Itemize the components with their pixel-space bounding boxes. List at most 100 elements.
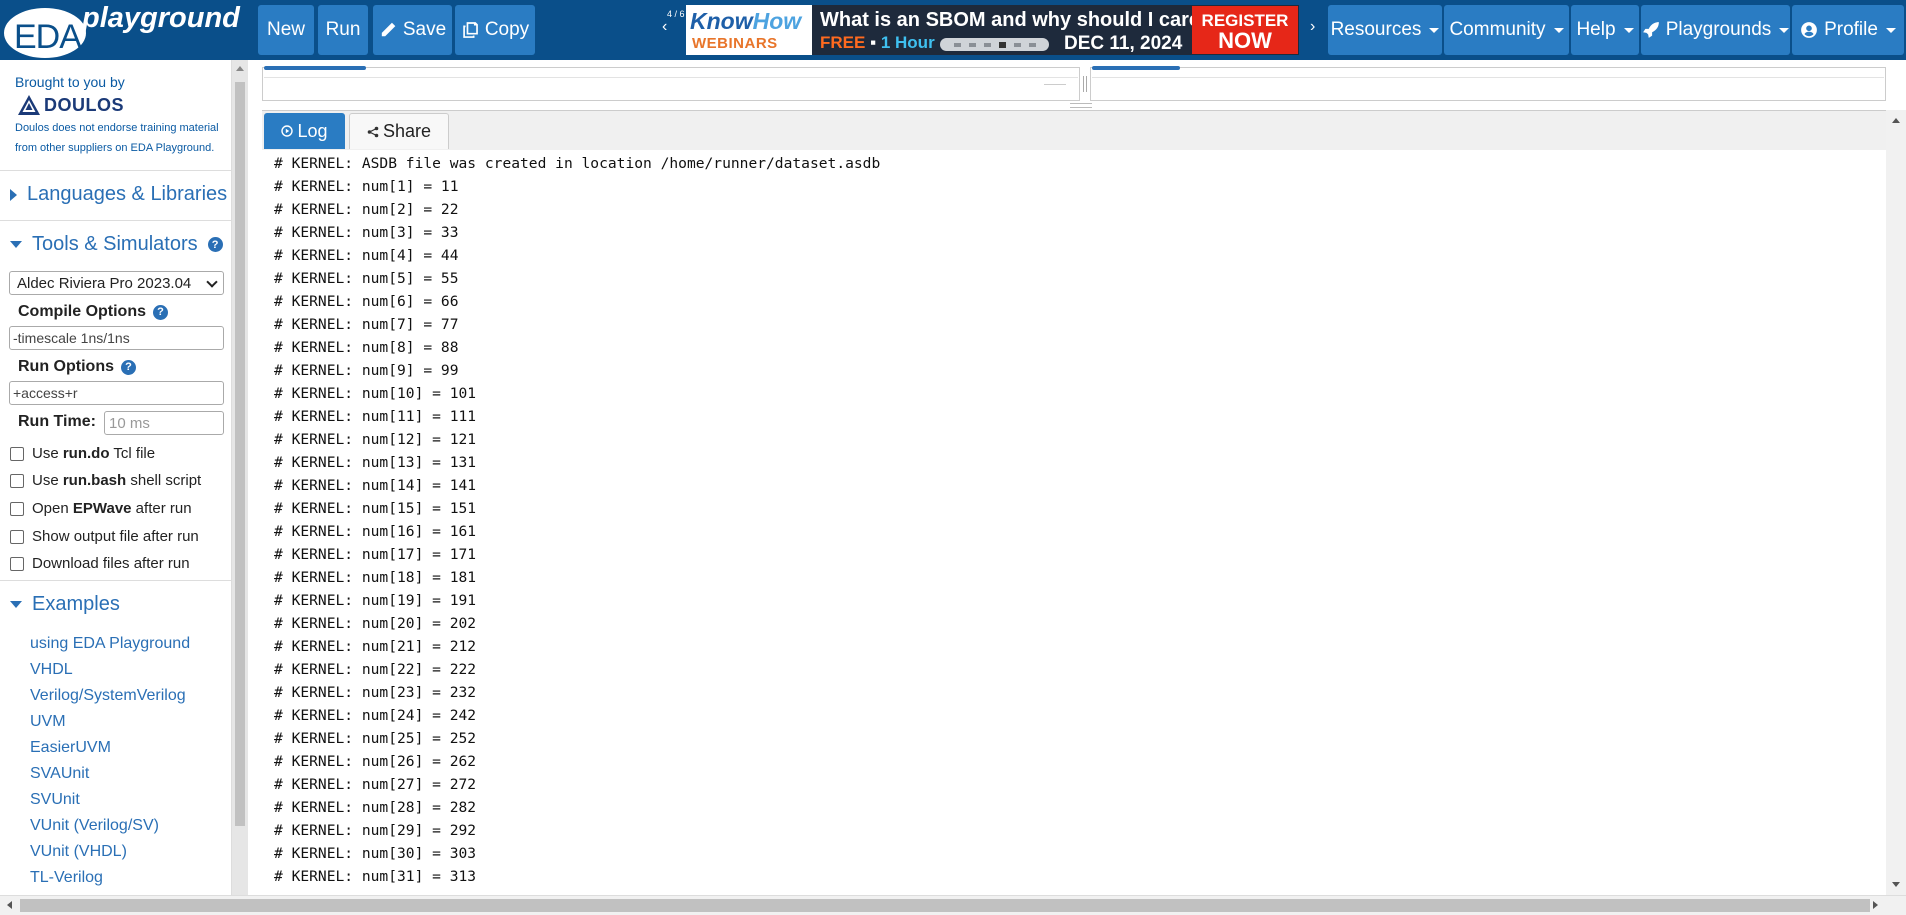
download-files-checkbox[interactable]: Download files after run xyxy=(10,555,190,572)
ad-dot[interactable] xyxy=(968,42,976,47)
example-link[interactable]: EasierUVM xyxy=(30,739,111,757)
log-line: # KERNEL: num[25] = 252 xyxy=(274,730,477,747)
simulator-select[interactable]: Aldec Riviera Pro 2023.04 xyxy=(9,271,224,295)
editor-mini-rule xyxy=(1044,84,1066,85)
question-circle-icon[interactable]: ? xyxy=(153,304,168,320)
save-button[interactable]: Save xyxy=(373,5,452,55)
sidebar-divider xyxy=(0,220,231,221)
caret-down-icon xyxy=(1885,27,1896,33)
design-editor-pane[interactable] xyxy=(1090,67,1886,101)
example-link[interactable]: VHDL xyxy=(30,661,73,679)
languages-libraries-section[interactable]: Languages & Libraries xyxy=(10,183,227,206)
profile-menu[interactable]: Profile xyxy=(1792,5,1904,55)
help-menu-label: Help xyxy=(1576,19,1616,40)
example-link[interactable]: Verilog/SystemVerilog xyxy=(30,687,186,705)
log-scrollbar[interactable] xyxy=(1886,110,1906,895)
ad-dot[interactable] xyxy=(983,42,991,47)
checkbox-box[interactable] xyxy=(10,556,24,571)
open-epwave-checkbox[interactable]: Open EPWave after run xyxy=(10,500,192,517)
checkbox-box[interactable] xyxy=(10,529,24,544)
editor-rule xyxy=(1092,77,1884,78)
checkbox-label: Show output file after run xyxy=(32,528,199,545)
playgrounds-menu[interactable]: Playgrounds xyxy=(1641,5,1790,55)
design-editor-tab[interactable] xyxy=(1092,66,1180,70)
compile-options-input[interactable]: -timescale 1ns/1ns xyxy=(9,326,224,350)
ad-banner[interactable]: KnowHow WEBINARS What is an SBOM and why… xyxy=(686,5,1299,55)
doulos-logo[interactable]: DOULOS xyxy=(17,94,124,116)
example-link[interactable]: VUnit (Verilog/SV) xyxy=(30,817,159,835)
new-button[interactable]: New xyxy=(258,5,314,55)
example-link[interactable]: using EDA Playground xyxy=(30,635,190,653)
horizontal-scroll-thumb[interactable] xyxy=(20,899,1870,912)
checkbox-box[interactable] xyxy=(10,501,24,516)
question-circle-icon[interactable]: ? xyxy=(207,237,223,252)
tab-log-label: Log xyxy=(297,120,328,141)
copy-button[interactable]: Copy xyxy=(455,5,535,55)
testbench-editor-pane[interactable] xyxy=(262,67,1080,101)
caret-down-icon xyxy=(1779,27,1790,33)
use-run-bash-checkbox[interactable]: Use run.bash shell script xyxy=(10,472,201,489)
doulos-logo-text: DOULOS xyxy=(44,94,125,115)
example-link[interactable]: VUnit (VHDL) xyxy=(30,843,127,861)
ad-prev-icon[interactable]: ‹ xyxy=(662,18,667,36)
use-run-do-checkbox[interactable]: Use run.do Tcl file xyxy=(10,445,155,462)
log-output[interactable]: # KERNEL: ASDB file was created in locat… xyxy=(262,150,1886,895)
ad-pager-dots[interactable] xyxy=(940,38,1049,51)
example-link[interactable]: UVM xyxy=(30,713,66,731)
pane-resize-handle[interactable] xyxy=(1070,103,1092,108)
example-link[interactable]: SVAUnit xyxy=(30,765,89,783)
scroll-down-icon[interactable] xyxy=(1892,882,1900,887)
pencil-icon xyxy=(381,22,396,37)
examples-section[interactable]: Examples xyxy=(10,593,120,616)
caret-down-icon xyxy=(1623,27,1634,33)
sidebar-scroll-thumb[interactable] xyxy=(235,82,245,826)
eda-playground-logo[interactable]: EDA playground xyxy=(0,0,250,60)
ad-dot[interactable] xyxy=(1013,42,1021,47)
play-circle-icon xyxy=(281,125,294,137)
log-line: # KERNEL: num[5] = 55 xyxy=(274,270,459,287)
editor-split-handle[interactable] xyxy=(1080,66,1090,102)
testbench-editor-tab[interactable] xyxy=(264,66,366,70)
checkbox-label-bold: run.bash xyxy=(62,472,127,489)
scroll-up-icon[interactable] xyxy=(1892,118,1900,123)
run-time-input[interactable]: 10 ms xyxy=(104,411,224,435)
examples-label: Examples xyxy=(32,593,120,615)
log-line: # KERNEL: num[18] = 181 xyxy=(274,569,477,586)
tab-log[interactable]: Log xyxy=(264,113,345,149)
ad-dot-active[interactable] xyxy=(998,41,1006,48)
copy-icon xyxy=(463,22,478,38)
checkbox-box[interactable] xyxy=(10,473,24,488)
question-circle-icon[interactable]: ? xyxy=(120,359,136,375)
example-link[interactable]: TL-Verilog xyxy=(30,869,103,887)
doulos-disclaimer-line-1: Doulos does not endorse training materia… xyxy=(15,122,219,134)
checkbox-label: Open EPWave after run xyxy=(32,500,192,517)
show-output-file-checkbox[interactable]: Show output file after run xyxy=(10,528,199,545)
ad-dot[interactable] xyxy=(1028,42,1036,47)
ad-separator: ▪ xyxy=(870,33,877,52)
tools-simulators-section[interactable]: Tools & Simulators ? xyxy=(10,233,223,256)
scroll-left-icon[interactable] xyxy=(7,901,12,909)
ad-next-icon[interactable]: › xyxy=(1310,18,1315,36)
checkbox-box[interactable] xyxy=(10,446,24,461)
run-options-input[interactable]: +access+r xyxy=(9,381,224,405)
ad-register-button[interactable]: REGISTER NOW xyxy=(1192,6,1298,54)
help-menu[interactable]: Help xyxy=(1571,5,1639,55)
run-options-value: +access+r xyxy=(13,385,78,401)
scroll-up-icon[interactable] xyxy=(236,66,244,71)
sidebar-scrollbar[interactable] xyxy=(232,60,248,895)
page-horizontal-scrollbar[interactable] xyxy=(0,895,1906,915)
community-menu[interactable]: Community xyxy=(1444,5,1569,55)
compile-options-text: Compile Options xyxy=(18,303,146,320)
rocket-icon xyxy=(1642,22,1659,38)
tab-share[interactable]: Share xyxy=(349,113,449,149)
ad-dot[interactable] xyxy=(953,42,961,47)
ad-brand-know: Know xyxy=(690,8,753,34)
logo-playground-text: playground xyxy=(82,2,240,34)
resources-menu[interactable]: Resources xyxy=(1328,5,1442,55)
app-root: EDA playground New Run Save Copy 4 / 6 ‹… xyxy=(0,0,1906,915)
compile-options-value: -timescale 1ns/1ns xyxy=(13,330,130,346)
example-link[interactable]: SVUnit xyxy=(30,791,80,809)
run-button[interactable]: Run xyxy=(318,5,368,55)
share-icon xyxy=(367,126,379,137)
scroll-right-icon[interactable] xyxy=(1873,901,1878,909)
